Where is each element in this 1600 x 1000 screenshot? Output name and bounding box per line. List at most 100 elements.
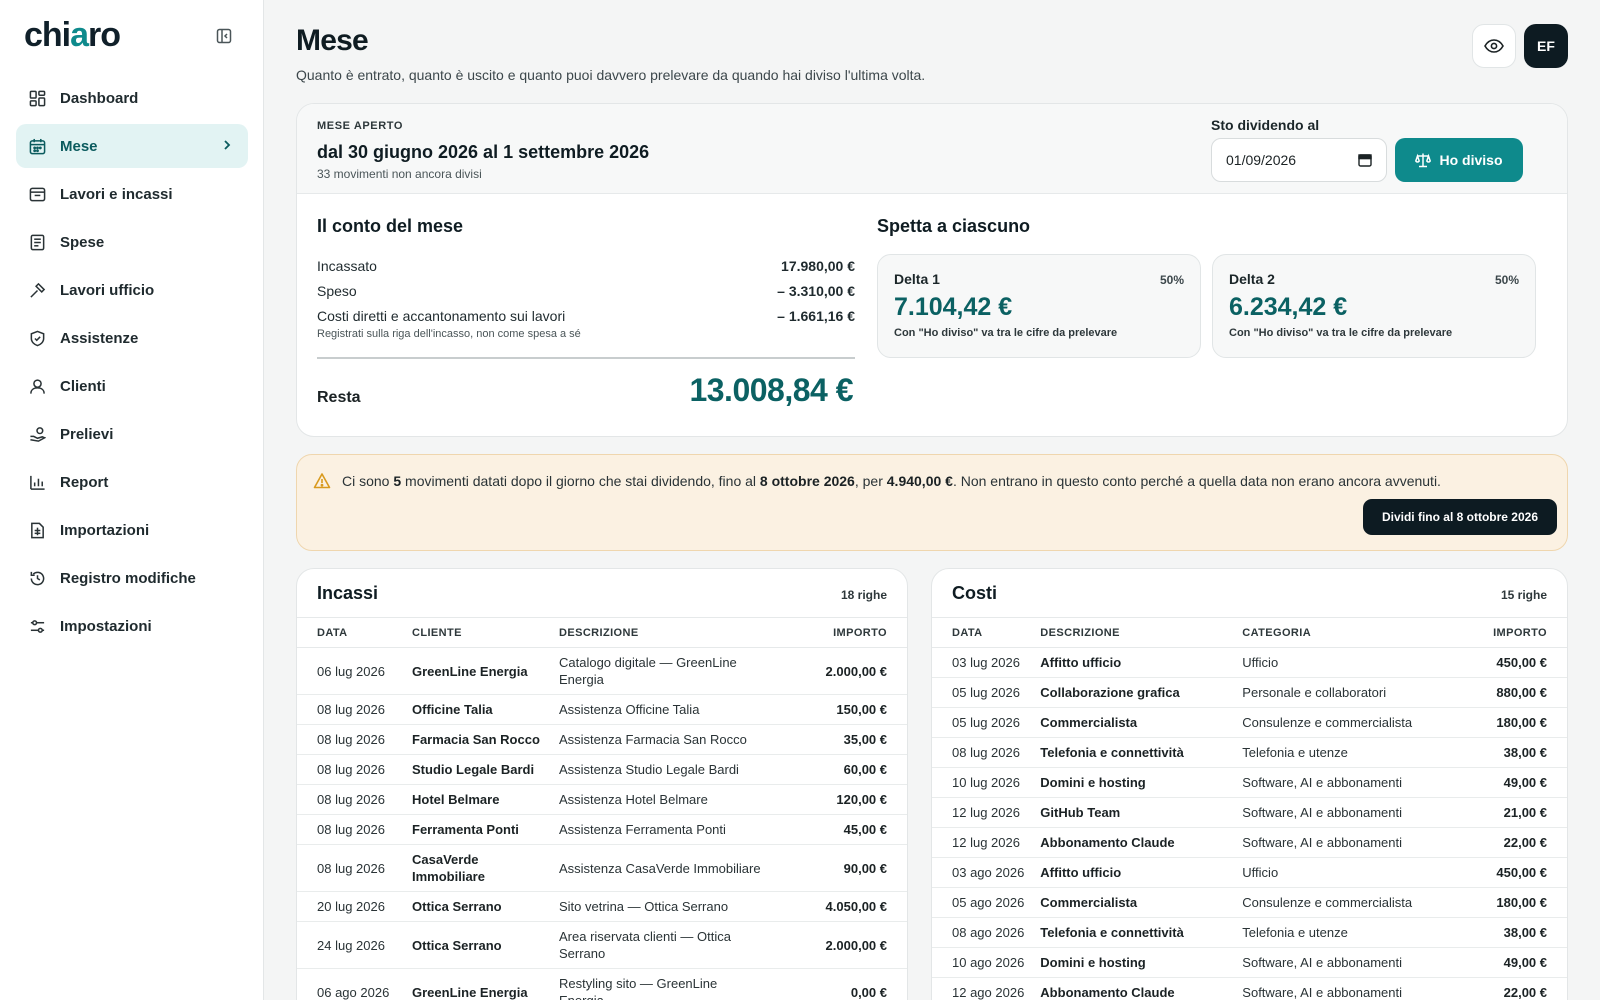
ho-diviso-button[interactable]: Ho diviso <box>1395 138 1523 182</box>
cell-amount: 180,00 € <box>1439 887 1567 918</box>
cell-date: 12 ago 2026 <box>932 977 1033 1000</box>
table-row[interactable]: 08 lug 2026 CasaVerde Immobiliare Assisten… <box>297 844 907 892</box>
cell-date: 10 lug 2026 <box>932 767 1033 798</box>
warning-date: 8 ottobre 2026 <box>759 473 855 489</box>
warning-text-part: , per <box>854 473 887 489</box>
month-header: MESE APERTO dal 30 giugno 2026 al 1 sett… <box>297 104 1567 194</box>
account-row-value: – 3.310,00 € <box>777 283 855 299</box>
scale-icon <box>1415 153 1432 168</box>
sidebar-item-report[interactable]: Report <box>16 460 248 504</box>
table-row[interactable]: 20 lug 2026 Ottica Serrano Sito vetrina — … <box>297 891 907 922</box>
cell-date: 08 lug 2026 <box>297 784 404 815</box>
privacy-toggle-button[interactable] <box>1472 24 1516 68</box>
bar-chart-icon <box>28 473 46 491</box>
table-row[interactable]: 12 ago 2026 Abbonamento Claude Software, A… <box>932 977 1567 1000</box>
share-card-delta-2: Delta 2 50% 6.234,42 € Con "Ho diviso" v… <box>1212 254 1536 358</box>
column-header[interactable]: DESCRIZIONE <box>1032 617 1235 648</box>
cell-description: Assistenza CasaVerde Immobiliare <box>551 844 769 892</box>
column-header[interactable]: DATA <box>932 617 1033 648</box>
sidebar-item-label: Assistenze <box>60 329 139 347</box>
account-row-label: Incassato <box>317 258 377 274</box>
column-header[interactable]: DESCRIZIONE <box>551 617 769 648</box>
cell-category: Software, AI e abbonamenti <box>1234 977 1440 1000</box>
table-row[interactable]: 05 lug 2026 Collaborazione grafica Persona… <box>932 677 1567 708</box>
cell-date: 05 ago 2026 <box>932 887 1033 918</box>
table-row[interactable]: 10 lug 2026 Domini e hosting Software, AI … <box>932 767 1567 798</box>
calendar-icon[interactable] <box>1358 153 1372 167</box>
table-row[interactable]: 12 lug 2026 GitHub Team Software, AI e abb… <box>932 797 1567 828</box>
split-date-value: 01/09/2026 <box>1226 152 1297 168</box>
column-header[interactable]: CATEGORIA <box>1234 617 1440 648</box>
sidebar-item-lavori-ufficio[interactable]: Lavori ufficio <box>16 268 248 312</box>
column-header[interactable]: DATA <box>297 617 404 648</box>
table-row[interactable]: 08 lug 2026 Officine Talia Assistenza Offi… <box>297 694 907 725</box>
costi-count: 15 righe <box>1500 588 1547 602</box>
sidebar-collapse-icon[interactable] <box>216 28 232 44</box>
column-header[interactable]: IMPORTO <box>1439 617 1567 648</box>
sidebar-item-label: Importazioni <box>60 521 150 539</box>
cell-amount: 2.000,00 € <box>769 921 907 969</box>
warning-text-part: movimenti datati dopo il giorno che stai… <box>401 473 760 489</box>
table-row[interactable]: 06 lug 2026 GreenLine Energia Catalogo dig… <box>297 647 907 695</box>
cell-amount: 880,00 € <box>1439 677 1567 708</box>
table-row[interactable]: 05 lug 2026 Commercialista Consulenze e co… <box>932 707 1567 738</box>
table-row[interactable]: 08 ago 2026 Telefonia e connettività Telef… <box>932 917 1567 948</box>
table-row[interactable]: 12 lug 2026 Abbonamento Claude Software, A… <box>932 827 1567 858</box>
sliders-icon <box>28 617 46 635</box>
cell-category: Consulenze e commercialista <box>1234 887 1440 918</box>
table-row[interactable]: 24 lug 2026 Ottica Serrano Area riservata … <box>297 921 907 969</box>
sidebar-item-label: Lavori e incassi <box>60 185 173 203</box>
ho-diviso-label: Ho diviso <box>1439 152 1503 168</box>
table-row[interactable]: 08 lug 2026 Ferramenta Ponti Assistenza Fe… <box>297 814 907 845</box>
account-row-label: Costi diretti e accantonamento sui lavor… <box>317 308 566 324</box>
warning-text-part: . Non entrano in questo conto perché a q… <box>952 473 1441 489</box>
cell-client: GreenLine Energia <box>404 968 551 1000</box>
cell-category: Software, AI e abbonamenti <box>1234 797 1440 828</box>
account-row-value: 17.980,00 € <box>781 258 855 274</box>
table-row[interactable]: 06 ago 2026 GreenLine Energia Restyling si… <box>297 968 907 1000</box>
chevron-right-icon <box>224 140 231 150</box>
table-row[interactable]: 08 lug 2026 Farmacia San Rocco Assistenza … <box>297 724 907 755</box>
cell-date: 08 lug 2026 <box>297 814 404 845</box>
share-note: Con "Ho diviso" va tra le cifre da prele… <box>1229 327 1453 339</box>
avatar[interactable]: EF <box>1524 24 1568 68</box>
account-row-label: Speso <box>317 283 357 299</box>
table-row[interactable]: 08 lug 2026 Telefonia e connettività Telef… <box>932 737 1567 768</box>
table-row[interactable]: 03 lug 2026 Affitto ufficio Ufficio 450,00 … <box>932 647 1567 678</box>
sidebar-item-spese[interactable]: Spese <box>16 220 248 264</box>
table-row[interactable]: 08 lug 2026 Hotel Belmare Assistenza Hotel… <box>297 784 907 815</box>
account-divider <box>317 357 855 359</box>
cell-date: 12 lug 2026 <box>932 797 1033 828</box>
table-row[interactable]: 03 ago 2026 Affitto ufficio Ufficio 450,00 … <box>932 857 1567 888</box>
sidebar-item-clienti[interactable]: Clienti <box>16 364 248 408</box>
share-percent: 50% <box>1159 273 1184 287</box>
cell-description: Assistenza Hotel Belmare <box>551 784 769 815</box>
logo-text: chi <box>24 16 71 54</box>
sidebar-item-prelievi[interactable]: Prelievi <box>16 412 248 456</box>
split-date-input[interactable]: 01/09/2026 <box>1211 138 1387 182</box>
sidebar-item-importazioni[interactable]: Importazioni <box>16 508 248 552</box>
divide-until-button[interactable]: Dividi fino al 8 ottobre 2026 <box>1363 499 1557 535</box>
cell-amount: 450,00 € <box>1439 857 1567 888</box>
cell-amount: 60,00 € <box>769 754 907 785</box>
sidebar-item-assistenze[interactable]: Assistenze <box>16 316 248 360</box>
cell-amount: 180,00 € <box>1439 707 1567 738</box>
cell-date: 08 lug 2026 <box>297 694 404 725</box>
cell-amount: 49,00 € <box>1439 767 1567 798</box>
sidebar-item-lavori-incassi[interactable]: Lavori e incassi <box>16 172 248 216</box>
sidebar-item-impostazioni[interactable]: Impostazioni <box>16 604 248 648</box>
column-header[interactable]: CLIENTE <box>404 617 551 648</box>
sidebar-item-mese[interactable]: Mese <box>16 124 248 168</box>
logo[interactable]: chiaro <box>24 16 121 55</box>
account-row-costi-diretti: Costi diretti e accantonamento sui lavor… <box>317 308 855 324</box>
inbox-icon <box>28 185 46 203</box>
warning-text-part: Ci sono <box>342 473 394 489</box>
cell-category: Consulenze e commercialista <box>1234 707 1440 738</box>
sidebar-item-dashboard[interactable]: Dashboard <box>16 76 248 120</box>
cell-description: Commercialista <box>1032 707 1235 738</box>
table-row[interactable]: 05 ago 2026 Commercialista Consulenze e co… <box>932 887 1567 918</box>
table-row[interactable]: 10 ago 2026 Domini e hosting Software, AI … <box>932 947 1567 978</box>
table-row[interactable]: 08 lug 2026 Studio Legale Bardi Assistenza… <box>297 754 907 785</box>
column-header[interactable]: IMPORTO <box>769 617 907 648</box>
sidebar-item-registro-modifiche[interactable]: Registro modifiche <box>16 556 248 600</box>
